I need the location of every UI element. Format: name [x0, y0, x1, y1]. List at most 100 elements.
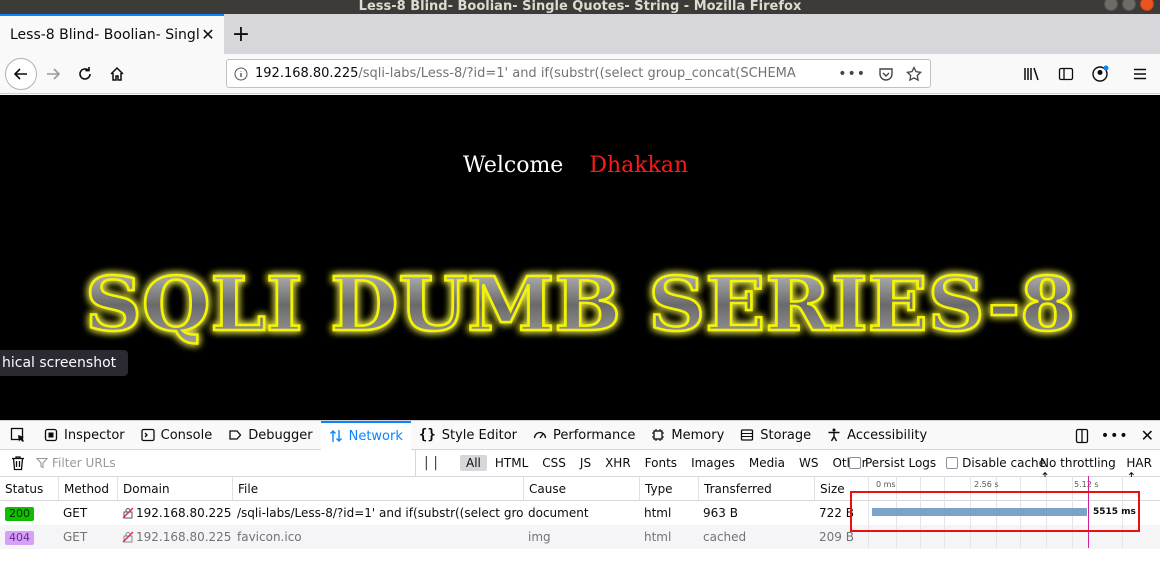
persist-logs-label: Persist Logs [865, 456, 937, 470]
devtools-close-icon[interactable]: ✕ [1141, 426, 1154, 445]
site-info-icon[interactable] [227, 67, 255, 81]
page-content: Welcome Dhakkan SQLI DUMB SERIES-8 hical … [0, 95, 1160, 420]
domain-cell: 192.168.80.225 [117, 525, 232, 549]
storage-icon [741, 429, 754, 441]
domain-cell: 192.168.80.225 [117, 501, 232, 525]
account-icon [1092, 65, 1109, 82]
filter-fonts-button[interactable]: Fonts [639, 455, 683, 471]
forward-arrow-icon [47, 67, 61, 80]
cause-cell: document [528, 506, 589, 520]
column-transferred[interactable]: Transferred [698, 477, 814, 501]
disable-cache-label: Disable cache [962, 456, 1047, 470]
tab-memory[interactable]: Memory [643, 421, 732, 450]
window-titlebar: Less-8 Blind- Boolian- Single Quotes- St… [0, 0, 1160, 14]
tab-style-editor-label: Style Editor [441, 427, 518, 443]
file-cell: favicon.ico [237, 530, 302, 544]
tab-network[interactable]: Network [320, 420, 411, 450]
tab-storage[interactable]: Storage [732, 421, 819, 450]
tab-performance-label: Performance [553, 427, 636, 443]
type-cell: html [644, 530, 672, 544]
banner-text: SQLI DUMB SERIES-8 [85, 262, 1075, 348]
sidebar-button[interactable] [1052, 58, 1080, 90]
filter-urls-input[interactable]: Filter URLs [36, 449, 416, 477]
disable-cache-checkbox[interactable]: Disable cache [946, 456, 1046, 470]
column-status[interactable]: Status [0, 477, 58, 501]
account-button[interactable] [1086, 58, 1114, 90]
back-button[interactable] [5, 57, 37, 90]
welcome-line: Welcome Dhakkan [463, 153, 688, 178]
status-badge: 200 [5, 507, 34, 521]
timeline-tick: 0 ms [876, 480, 896, 489]
timeline-tick: 5.12 s [1074, 480, 1099, 489]
filter-icon [36, 457, 48, 469]
filter-ws-button[interactable]: WS [793, 455, 824, 471]
tab-memory-label: Memory [671, 427, 725, 443]
menu-button[interactable] [1126, 58, 1154, 90]
reload-button[interactable] [69, 58, 101, 90]
pause-recording-button[interactable]: | | [416, 455, 446, 471]
tab-inspector-label: Inspector [64, 427, 125, 443]
filter-urls-placeholder: Filter URLs [52, 456, 116, 470]
page-actions-icon[interactable]: ••• [838, 66, 866, 82]
new-tab-button[interactable]: + [224, 14, 258, 54]
url-text[interactable]: 192.168.80.225/sqli-labs/Less-8/?id=1' a… [255, 66, 830, 81]
minimize-button[interactable] [1104, 0, 1118, 11]
column-cause[interactable]: Cause [523, 477, 639, 501]
welcome-text: Welcome [463, 153, 564, 178]
welcome-name: Dhakkan [589, 153, 689, 178]
inspector-icon [44, 428, 58, 442]
sqli-dumb-series-banner: SQLI DUMB SERIES-8 [84, 261, 1077, 350]
filter-images-button[interactable]: Images [685, 455, 741, 471]
pocket-icon[interactable] [878, 66, 894, 82]
tab-debugger[interactable]: Debugger [220, 421, 320, 450]
column-file[interactable]: File [232, 477, 523, 501]
forward-button[interactable] [37, 58, 69, 90]
filter-js-button[interactable]: JS [574, 455, 597, 471]
network-icon [329, 430, 342, 442]
tab-debugger-label: Debugger [248, 427, 313, 443]
browser-tab[interactable]: Less-8 Blind- Boolian- Single ✕ [0, 14, 224, 54]
highlight-annotation-box [850, 491, 1140, 532]
library-button[interactable] [1018, 58, 1046, 90]
persist-logs-checkbox[interactable]: Persist Logs [849, 456, 936, 470]
maximize-button[interactable] [1122, 0, 1136, 11]
method-cell: GET [63, 506, 88, 520]
accessibility-icon [828, 428, 840, 442]
filter-media-button[interactable]: Media [743, 455, 791, 471]
filter-html-button[interactable]: HTML [489, 455, 534, 471]
close-window-button[interactable] [1140, 0, 1154, 11]
element-picker-icon[interactable] [0, 427, 36, 443]
column-method[interactable]: Method [58, 477, 117, 501]
tab-console[interactable]: Console [133, 421, 221, 450]
reload-icon [79, 66, 91, 80]
home-button[interactable] [101, 58, 133, 90]
column-type[interactable]: Type [639, 477, 698, 501]
request-type-filters: All HTML CSS JS XHR Fonts Images Media W… [460, 455, 873, 471]
memory-icon [652, 429, 665, 441]
url-bar[interactable]: 192.168.80.225/sqli-labs/Less-8/?id=1' a… [226, 59, 931, 88]
tab-close-icon[interactable]: ✕ [200, 27, 216, 43]
tab-network-label: Network [348, 428, 403, 444]
filter-css-button[interactable]: CSS [536, 455, 572, 471]
file-cell: /sqli-labs/Less-8/?id=1' and if(substr((… [237, 506, 523, 520]
tab-inspector[interactable]: Inspector [36, 421, 133, 450]
url-path: /sqli-labs/Less-8/?id=1' and if(substr((… [358, 66, 796, 81]
clear-requests-icon[interactable] [0, 455, 36, 471]
tab-accessibility-label: Accessibility [847, 427, 928, 443]
network-filter-bar: Filter URLs | | All HTML CSS JS XHR Font… [0, 449, 1160, 484]
tab-style-editor[interactable]: {} Style Editor [411, 421, 525, 450]
column-domain[interactable]: Domain [117, 477, 232, 501]
dock-side-icon[interactable] [1075, 428, 1089, 444]
bookmark-star-icon[interactable] [906, 65, 922, 82]
status-badge: 404 [5, 531, 34, 545]
tab-performance[interactable]: Performance [525, 421, 643, 450]
tab-accessibility[interactable]: Accessibility [819, 421, 935, 450]
transferred-cell: cached [703, 530, 747, 544]
filter-xhr-button[interactable]: XHR [599, 455, 637, 471]
tab-storage-label: Storage [760, 427, 812, 443]
library-icon [1024, 67, 1039, 81]
url-host: 192.168.80.225 [255, 66, 359, 81]
domain-text: 192.168.80.225 [136, 530, 232, 544]
filter-all-button[interactable]: All [460, 455, 487, 471]
devtools-more-icon[interactable]: ••• [1101, 428, 1129, 444]
